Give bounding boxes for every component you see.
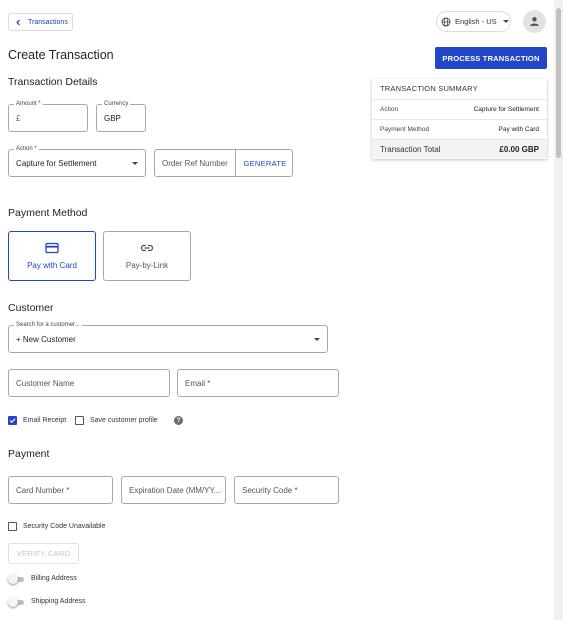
summary-total-key: Transaction Total	[380, 145, 441, 154]
card-number-placeholder: Card Number *	[16, 486, 70, 495]
toggle-thumb	[8, 597, 18, 607]
security-code-placeholder: Security Code *	[242, 486, 298, 495]
back-to-transactions-button[interactable]: Transactions	[8, 13, 73, 31]
action-label: Action *	[14, 146, 39, 153]
save-customer-profile-label: Save customer profile	[90, 417, 158, 424]
expiration-date-placeholder: Expiration Date (MM/YY...	[129, 486, 221, 495]
page-title: Create Transaction	[8, 48, 114, 62]
order-ref-placeholder: Order Ref Number	[162, 159, 228, 168]
security-code-unavailable-label: Security Code Unavailable	[23, 523, 106, 530]
summary-value: Pay with Card	[498, 126, 539, 133]
person-icon	[530, 17, 539, 26]
expiration-date-field[interactable]: Expiration Date (MM/YY...	[121, 476, 226, 504]
summary-row: Payment Method Pay with Card	[372, 119, 547, 139]
billing-address-label: Billing Address	[31, 575, 77, 582]
transaction-details-heading: Transaction Details	[8, 76, 98, 88]
chevron-down-icon	[502, 20, 509, 23]
email-field[interactable]: Email *	[177, 369, 339, 397]
billing-address-toggle[interactable]	[8, 574, 24, 584]
chevron-left-icon	[16, 19, 20, 25]
language-label: English - US	[455, 17, 497, 26]
generate-button[interactable]: GENERATE	[235, 150, 294, 176]
customer-heading: Customer	[8, 302, 54, 314]
user-avatar-button[interactable]	[523, 10, 546, 33]
payment-heading: Payment	[8, 448, 50, 460]
toggle-thumb	[8, 574, 18, 584]
amount-label: Amount *	[14, 101, 43, 108]
transaction-summary-card: TRANSACTION SUMMARY Action Capture for S…	[372, 79, 547, 159]
email-receipt-label: Email Receipt	[23, 417, 67, 424]
language-selector[interactable]: English - US	[436, 11, 511, 32]
customer-search-label: Search for a customer...	[14, 322, 82, 329]
security-code-unavailable-checkbox[interactable]	[8, 522, 17, 531]
pay-with-card-label: Pay with Card	[27, 261, 77, 270]
back-button-label: Transactions	[28, 18, 68, 26]
verify-card-button[interactable]: VERIFY CARD	[8, 543, 79, 564]
process-transaction-button[interactable]: PROCESS TRANSACTION	[435, 47, 547, 69]
summary-value: Capture for Settlement	[473, 106, 539, 113]
summary-key: Payment Method	[380, 126, 430, 133]
security-code-field[interactable]: Security Code *	[234, 476, 339, 504]
shipping-address-label: Shipping Address	[31, 598, 86, 605]
summary-key: Action	[380, 106, 399, 113]
check-icon	[9, 418, 16, 424]
action-select[interactable]: Action * Capture for Settlement	[8, 146, 146, 177]
credit-card-icon	[45, 242, 59, 254]
summary-total-value: £0.00 GBP	[499, 145, 539, 154]
amount-field[interactable]: Amount * £	[8, 101, 88, 132]
chevron-down-icon	[314, 338, 320, 341]
email-placeholder: Email *	[185, 379, 211, 388]
customer-search-select[interactable]: Search for a customer... + New Customer	[8, 322, 328, 353]
customer-name-placeholder: Customer Name	[16, 379, 75, 388]
summary-row: Action Capture for Settlement	[372, 99, 547, 119]
link-icon	[140, 244, 154, 252]
pay-by-link-label: Pay-by-Link	[125, 261, 169, 270]
save-customer-profile-checkbox[interactable]	[75, 416, 84, 425]
customer-name-field[interactable]: Customer Name	[8, 369, 170, 397]
globe-icon	[441, 17, 451, 26]
pay-by-link-option[interactable]: Pay-by-Link	[103, 231, 191, 281]
scrollbar-thumb[interactable]	[556, 8, 561, 158]
shipping-address-toggle[interactable]	[8, 597, 24, 607]
payment-method-heading: Payment Method	[8, 207, 88, 219]
pay-with-card-option[interactable]: Pay with Card	[8, 231, 96, 281]
email-receipt-checkbox[interactable]	[8, 416, 17, 425]
help-icon[interactable]: ?	[174, 416, 183, 425]
currency-field[interactable]: Currency GBP	[96, 101, 146, 132]
card-number-field[interactable]: Card Number *	[8, 476, 113, 504]
currency-value: GBP	[104, 114, 121, 123]
action-value: Capture for Settlement	[16, 159, 97, 168]
order-ref-field[interactable]: Order Ref Number GENERATE	[154, 149, 293, 177]
summary-total-row: Transaction Total £0.00 GBP	[372, 139, 547, 158]
customer-search-value: + New Customer	[16, 335, 76, 344]
currency-label: Currency	[102, 101, 131, 108]
chevron-down-icon	[132, 162, 138, 165]
amount-currency-prefix: £	[16, 114, 21, 123]
summary-heading: TRANSACTION SUMMARY	[380, 84, 478, 93]
